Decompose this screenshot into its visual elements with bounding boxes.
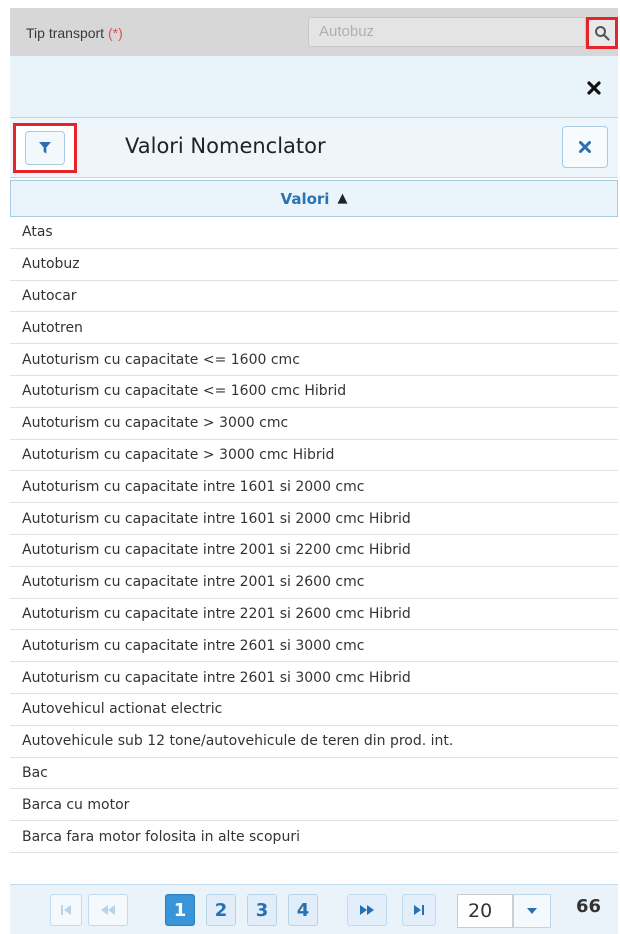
table-row[interactable]: Barca fara motor folosita in alte scopur… xyxy=(10,821,618,853)
transport-type-input[interactable]: Autobuz xyxy=(308,17,586,47)
panel-header: Valori Nomenclator xyxy=(10,118,618,178)
field-row: Tip transport (*) Autobuz xyxy=(10,8,618,56)
dialog-header xyxy=(10,56,618,118)
table-row[interactable]: Autoturism cu capacitate intre 2001 si 2… xyxy=(10,567,618,599)
table-row[interactable]: Autobuz xyxy=(10,249,618,281)
table-row[interactable]: Autoturism cu capacitate intre 1601 si 2… xyxy=(10,471,618,504)
page-4-button[interactable]: 4 xyxy=(288,894,318,926)
panel-close-button[interactable] xyxy=(562,126,608,168)
page-size-dropdown-button[interactable] xyxy=(513,894,551,928)
table-row[interactable]: Bac xyxy=(10,758,618,790)
first-page-button[interactable] xyxy=(50,894,82,926)
last-page-icon xyxy=(414,905,424,915)
page-3-button[interactable]: 3 xyxy=(247,894,277,926)
search-icon xyxy=(595,26,610,41)
panel-title: Valori Nomenclator xyxy=(125,134,326,158)
rewind-icon xyxy=(101,905,115,915)
column-header-label: Valori xyxy=(280,189,330,208)
prev-page-button[interactable] xyxy=(88,894,128,926)
table-row[interactable]: Autoturism cu capacitate <= 1600 cmc xyxy=(10,344,618,376)
close-icon xyxy=(579,141,591,153)
table-row[interactable]: Autoturism cu capacitate > 3000 cmc Hibr… xyxy=(10,440,618,472)
table-row[interactable]: Autoturism cu capacitate intre 2001 si 2… xyxy=(10,535,618,567)
fast-forward-icon xyxy=(360,905,374,915)
sort-icon: ▲︎ xyxy=(337,191,348,206)
page-size-select[interactable]: 20 xyxy=(457,894,513,928)
close-icon xyxy=(587,81,601,95)
next-page-button[interactable] xyxy=(347,894,387,926)
last-page-button[interactable] xyxy=(402,894,436,926)
required-mark: (*) xyxy=(107,25,123,41)
filter-icon xyxy=(39,142,51,154)
table-row[interactable]: Autovehicul actionat electric xyxy=(10,694,618,726)
table-row[interactable]: Autoturism cu capacitate <= 1600 cmc Hib… xyxy=(10,376,618,408)
table-row[interactable]: Autoturism cu capacitate intre 2601 si 3… xyxy=(10,630,618,663)
table-row[interactable]: Autotren xyxy=(10,312,618,345)
table-row[interactable]: Atas xyxy=(10,217,618,249)
search-button[interactable] xyxy=(586,17,618,49)
column-header-valori[interactable]: Valori ▲︎ xyxy=(10,180,618,217)
records-count: 66 xyxy=(576,896,602,917)
table-row[interactable]: Autoturism cu capacitate intre 2201 si 2… xyxy=(10,599,618,631)
first-page-icon xyxy=(61,905,71,915)
caret-down-icon xyxy=(527,908,537,914)
table-row[interactable]: Autoturism cu capacitate > 3000 cmc xyxy=(10,408,618,440)
dialog-close-button[interactable] xyxy=(584,78,604,98)
table-row[interactable]: Autocar xyxy=(10,281,618,313)
field-label: Tip transport (*) xyxy=(26,25,123,41)
page-2-button[interactable]: 2 xyxy=(206,894,236,926)
table-body: Atas Autobuz Autocar Autotren Autoturism… xyxy=(10,217,618,853)
table-row[interactable]: Autoturism cu capacitate intre 1601 si 2… xyxy=(10,503,618,535)
pager: 1 2 3 4 20 66 xyxy=(10,884,618,934)
page-1-button[interactable]: 1 xyxy=(165,894,195,926)
field-label-text: Tip transport xyxy=(26,25,105,41)
filter-button[interactable] xyxy=(13,123,77,173)
table-row[interactable]: Autovehicule sub 12 tone/autovehicule de… xyxy=(10,726,618,758)
table-row[interactable]: Autoturism cu capacitate intre 2601 si 3… xyxy=(10,662,618,694)
table-row[interactable]: Barca cu motor xyxy=(10,789,618,822)
filter-button-inner xyxy=(25,131,65,165)
